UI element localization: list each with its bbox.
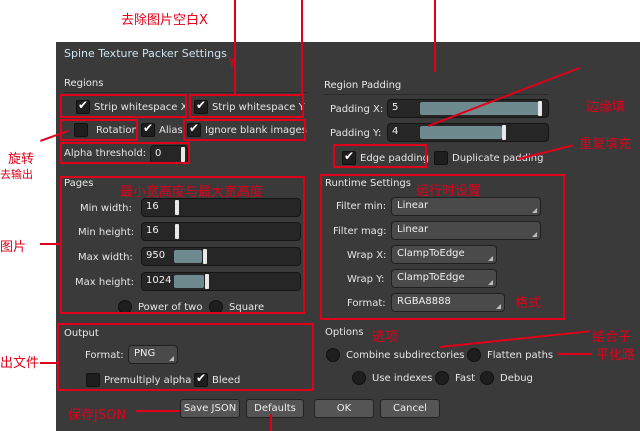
flatten-paths-radio[interactable]: Flatten paths — [467, 348, 553, 362]
alias-checkbox[interactable]: Alias — [141, 121, 183, 137]
annotation-line — [136, 410, 180, 412]
padding-group-title: Region Padding — [324, 80, 402, 91]
annotation-line — [434, 0, 436, 72]
annotation-box-ignore-blank — [183, 119, 306, 141]
combine-subdirectories-label: Combine subdirectories — [346, 349, 465, 361]
padding-y-value: 4 — [392, 126, 399, 137]
regions-group-title: Regions — [64, 78, 104, 89]
annotation-box-strip-y — [189, 94, 304, 118]
annotation-options: 选项 — [372, 330, 399, 345]
options-group-title: Options — [325, 327, 364, 338]
padding-separator — [324, 94, 548, 95]
annotation-line — [40, 243, 60, 245]
padding-y-label: Padding Y: — [330, 128, 382, 139]
annotation-box-alpha — [60, 142, 190, 164]
radio-icon — [326, 348, 340, 362]
annotation-strip-y: Y — [228, 56, 236, 71]
annotation-line — [270, 414, 272, 431]
annotation-box-output — [57, 323, 314, 391]
debug-radio[interactable]: Debug — [480, 371, 533, 385]
annotation-edge-padding: 边缘填 — [586, 100, 626, 115]
annotation-line — [234, 0, 236, 95]
padding-y-fill — [420, 126, 502, 139]
save-json-button[interactable]: Save JSON — [180, 399, 240, 418]
checkbox-unchecked-icon — [434, 151, 448, 165]
radio-icon — [435, 371, 449, 385]
annotation-duplicate-padding: 重复填充 — [579, 137, 632, 152]
annotation-line — [301, 0, 303, 95]
padding-x-label: Padding X: — [330, 104, 384, 115]
slider-knob[interactable] — [538, 101, 542, 116]
annotation-box-rotation — [60, 119, 138, 141]
annotation-save-json: 保存JSON — [68, 408, 127, 423]
fast-radio[interactable]: Fast — [435, 371, 475, 385]
annotation-box-strip-x — [60, 94, 187, 118]
slider-knob[interactable] — [502, 125, 506, 140]
annotation-flatten: 平化路 — [596, 348, 636, 363]
radio-icon — [480, 371, 494, 385]
combine-subdirectories-radio[interactable]: Combine subdirectories — [326, 348, 465, 362]
regions-separator — [64, 92, 308, 93]
use-indexes-label: Use indexes — [372, 372, 433, 384]
radio-icon — [467, 348, 481, 362]
flatten-paths-label: Flatten paths — [487, 349, 554, 361]
annotation-min-max: 最小宽高度与最大宽高度 — [120, 185, 264, 200]
debug-label: Debug — [500, 372, 533, 384]
radio-icon — [352, 371, 366, 385]
annotation-runtime: 运行时设置 — [416, 184, 482, 199]
annotation-line — [558, 353, 592, 355]
annotation-pages: 图片 — [0, 240, 27, 255]
ok-button[interactable]: OK — [314, 399, 374, 418]
annotation-format: 格式 — [515, 296, 542, 311]
checkbox-checked-icon — [141, 121, 155, 137]
annotation-box-edge-padding — [333, 144, 427, 168]
padding-y-slider[interactable]: 4 — [387, 123, 549, 142]
duplicate-padding-checkbox[interactable]: Duplicate padding — [434, 151, 543, 165]
padding-x-value: 5 — [392, 102, 399, 113]
annotation-output-file: 出文件 — [0, 356, 40, 371]
defaults-button[interactable]: Defaults — [246, 399, 304, 418]
annotation-rotation: 旋转 — [8, 152, 35, 167]
annotation-combine: 结合子 — [592, 330, 632, 345]
annotation-line — [40, 362, 58, 364]
use-indexes-radio[interactable]: Use indexes — [352, 371, 432, 385]
annotation-output-cut: 去输出 — [0, 168, 33, 181]
annotation-strip-x: 去除图片空白X — [121, 13, 208, 28]
cancel-button[interactable]: Cancel — [380, 399, 440, 418]
fast-label: Fast — [455, 372, 476, 384]
dialog-title: Spine Texture Packer Settings — [64, 47, 227, 60]
alias-label: Alias — [159, 124, 183, 136]
